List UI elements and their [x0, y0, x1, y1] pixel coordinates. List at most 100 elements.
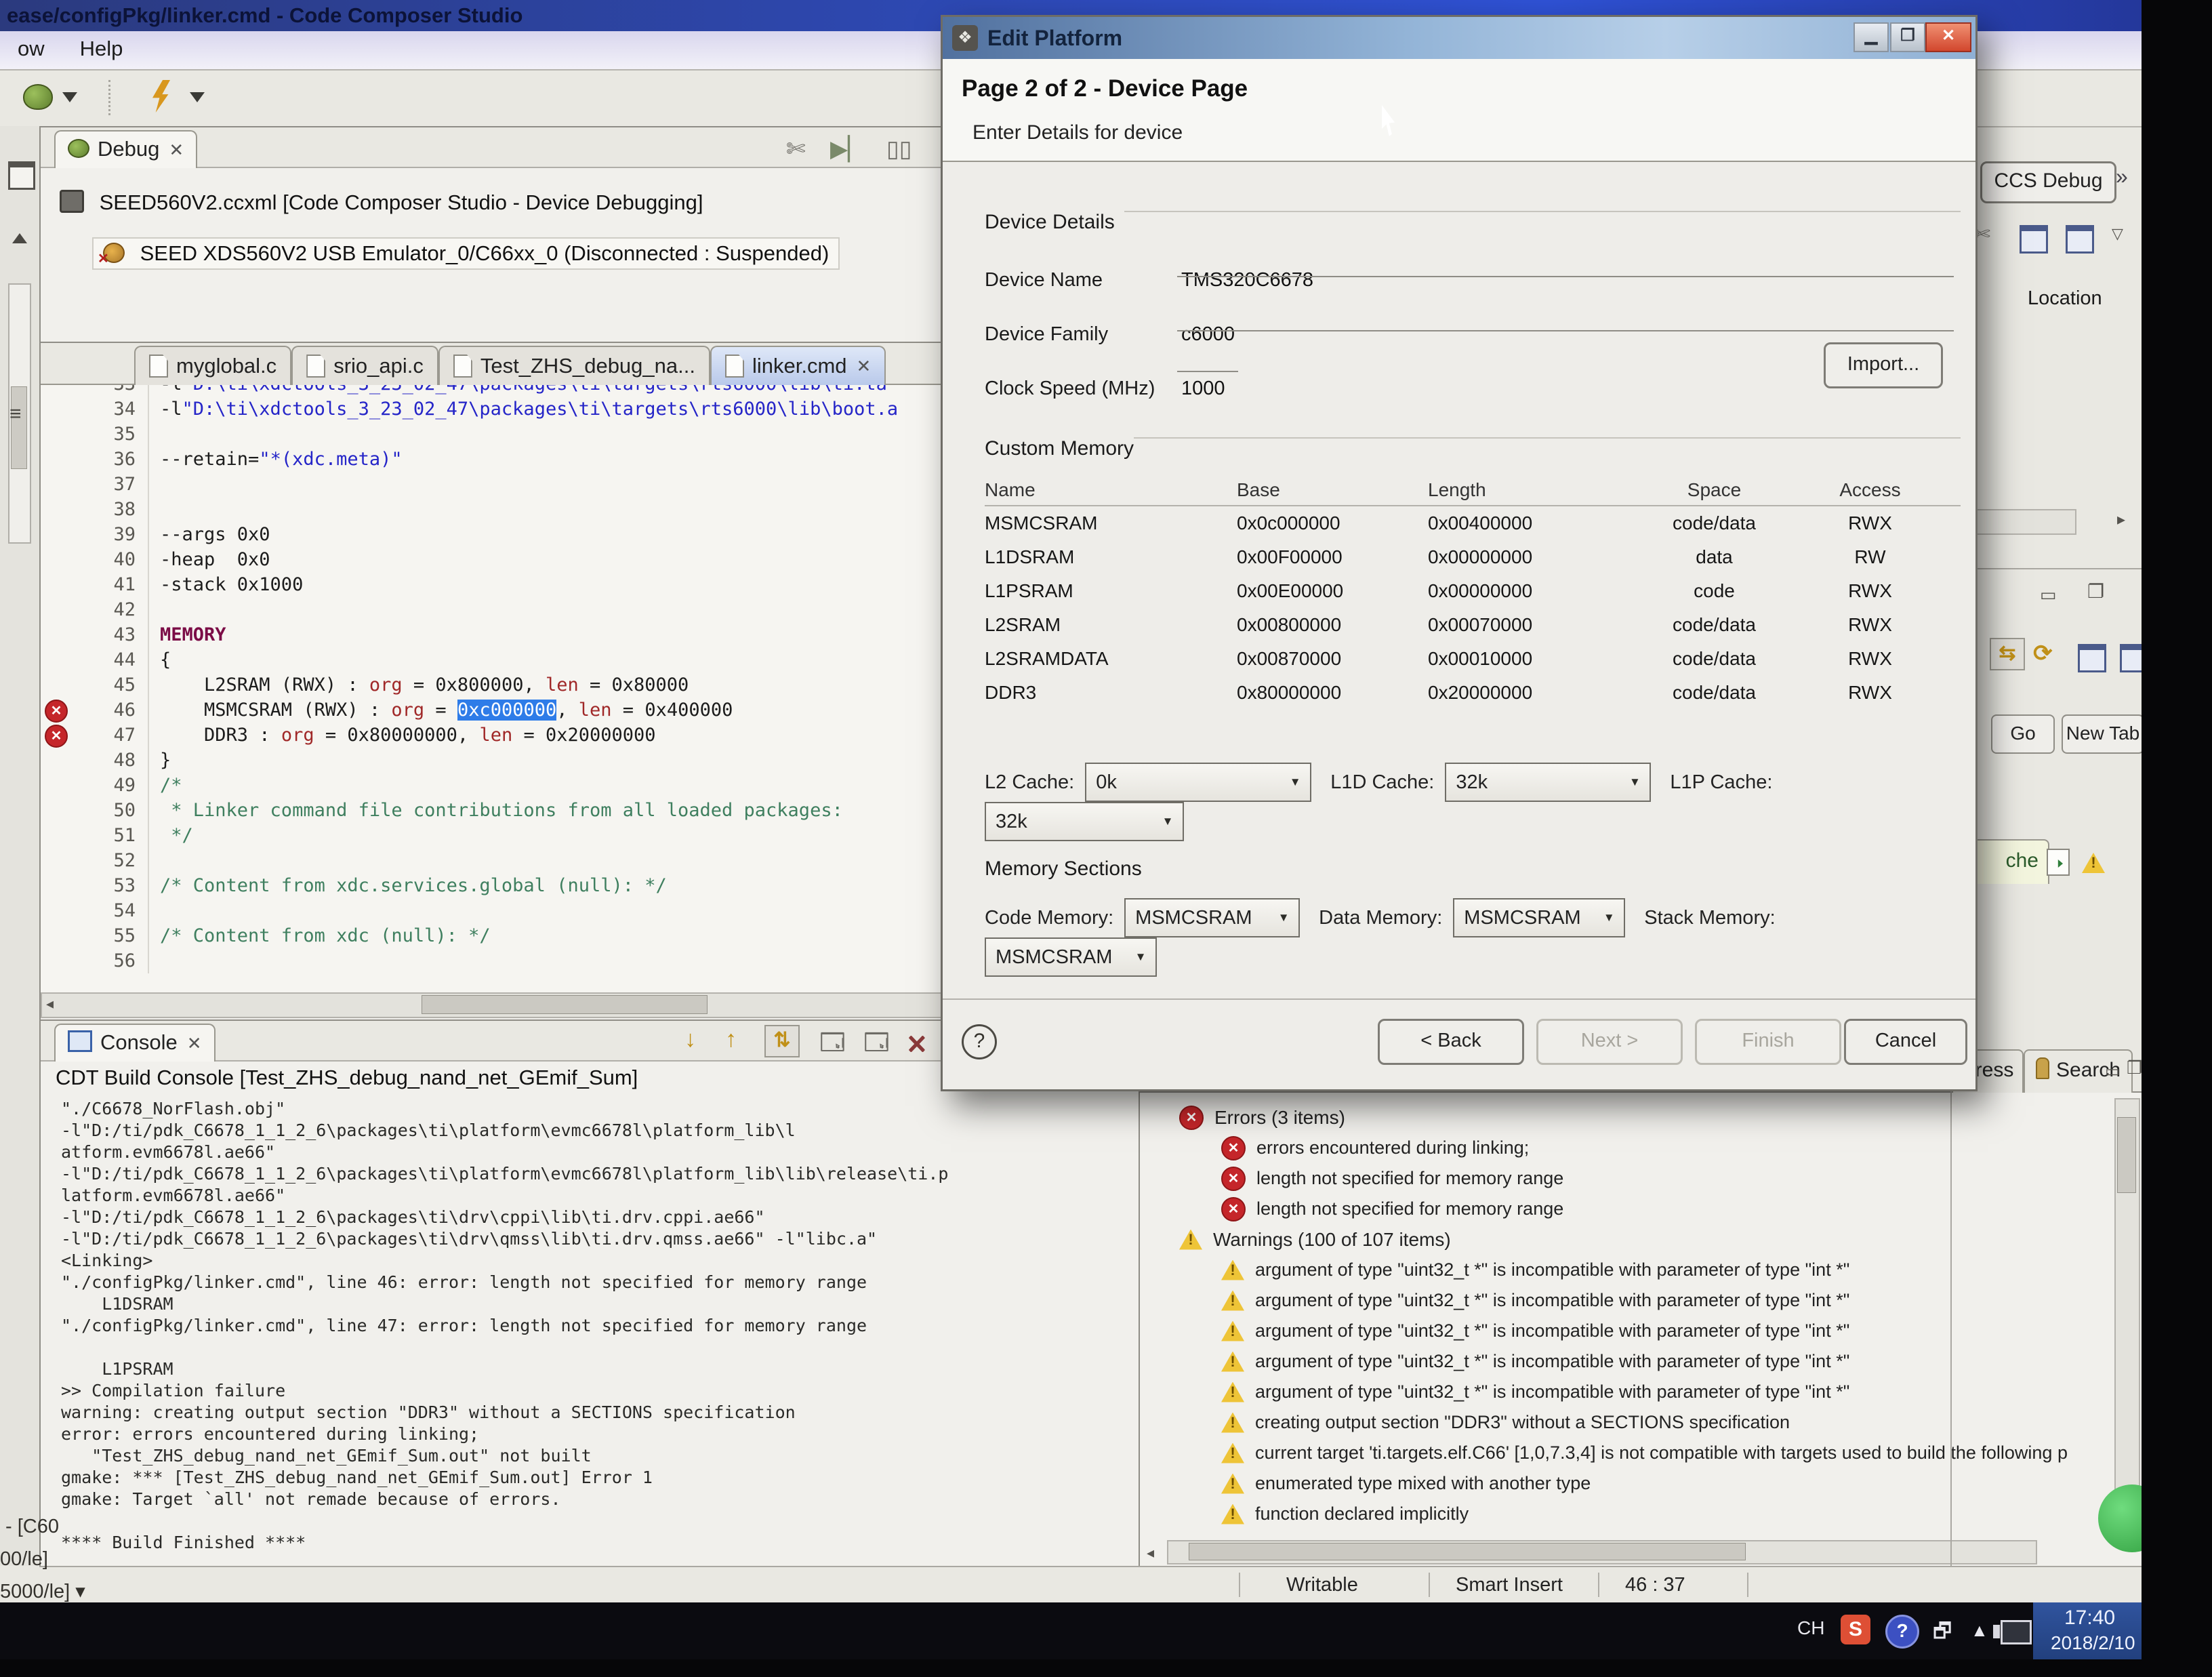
memory-table-row[interactable]: DDR30x800000000x20000000code/dataRWX [985, 676, 1961, 710]
device-name-field[interactable]: TMS320C6678 [1181, 269, 1313, 291]
dialog-titlebar[interactable]: ❖ Edit Platform ▁ ❐ ✕ [943, 17, 1975, 59]
close-icon[interactable]: ✕ [1925, 22, 1971, 52]
menu-item-help[interactable]: Help [62, 31, 141, 61]
editor-tab-label: Test_ZHS_debug_na... [480, 348, 695, 384]
memory-section-select-2[interactable]: MSMCSRAM▼ [1453, 898, 1625, 937]
flash-dropdown-icon[interactable] [190, 92, 205, 102]
new-view-icon[interactable] [2020, 225, 2048, 254]
memory-table-row[interactable]: L1PSRAM0x00E000000x00000000codeRWX [985, 574, 1961, 608]
network-icon[interactable] [2001, 1620, 2032, 1677]
new-tab-button[interactable]: New Tab [2062, 714, 2142, 754]
warning-icon [1221, 1321, 1244, 1341]
pin-window-icon[interactable] [2120, 644, 2142, 672]
memory-section-select-3[interactable]: MSMCSRAM▼ [985, 937, 1157, 977]
minimize-view-icon[interactable]: ▭ [2105, 1062, 2121, 1081]
cache-select-1[interactable]: 0k▼ [1085, 763, 1311, 802]
cancel-button[interactable]: Cancel [1844, 1019, 1967, 1065]
memory-table-row[interactable]: L1DSRAM0x00F000000x00000000dataRW [985, 540, 1961, 574]
import-button[interactable]: Import... [1824, 342, 1943, 388]
code-gutter [41, 497, 70, 522]
error-icon: ✕ [1221, 1197, 1246, 1221]
go-button[interactable]: Go [1991, 714, 2055, 754]
edit-view-icon[interactable] [2066, 225, 2094, 254]
sync-icon[interactable]: ⟳ [2033, 640, 2053, 667]
clock-speed-field[interactable]: 1000 [1181, 378, 1225, 400]
maximize-icon[interactable]: ❐ [1890, 22, 1925, 52]
tab-console[interactable]: Console✕ [54, 1024, 216, 1062]
device-family-field[interactable]: c6000 [1181, 323, 1235, 346]
scroll-up-icon[interactable] [12, 233, 27, 243]
layers-tray-icon[interactable]: 🗗 [1933, 1616, 1952, 1673]
disconnect-icon[interactable]: ✄ [786, 136, 806, 163]
console-line: L1PSRAM [41, 1358, 1137, 1380]
perspective-ccs-debug-button[interactable]: CCS Debug [1980, 161, 2116, 203]
target-config-icon [60, 190, 84, 213]
show-hidden-icons[interactable]: ▲ [1971, 1620, 1988, 1677]
memory-section-select-1[interactable]: MSMCSRAM▼ [1124, 898, 1300, 937]
more-perspectives-icon[interactable]: » [2116, 164, 2128, 189]
help-tray-icon[interactable]: ? [1885, 1615, 1919, 1672]
code-gutter: ✕ [41, 723, 70, 748]
export-doc-icon[interactable] [2047, 849, 2070, 876]
debug-dropdown-icon[interactable] [62, 92, 77, 102]
new-window-icon[interactable] [2078, 644, 2106, 672]
editor-tab-srio_api.c[interactable]: srio_api.c [291, 346, 438, 385]
console-line: L1DSRAM [41, 1293, 1137, 1315]
outline-icon[interactable]: ≡ [9, 403, 22, 426]
console-line: -l"D:/ti/pdk_C6678_1_1_2_6\packages\ti\d… [41, 1207, 1137, 1228]
pause-icon[interactable]: ▯▯ [886, 136, 912, 163]
minimize-view-icon[interactable]: ▭ [2040, 584, 2057, 605]
file-icon [453, 355, 472, 378]
help-button[interactable]: ? [962, 1024, 997, 1059]
next-button[interactable]: Next > [1536, 1019, 1683, 1065]
close-icon[interactable]: ✕ [169, 140, 184, 160]
clear-console-icon[interactable]: 🗙 [908, 1026, 926, 1065]
chevron-down-icon: ▼ [1594, 911, 1624, 925]
close-icon[interactable]: ✕ [187, 1033, 202, 1053]
scroll-lock-icon[interactable]: ⇅ [764, 1025, 800, 1057]
debug-tree-item-target[interactable]: SEED560V2.ccxml [Code Composer Studio - … [60, 190, 703, 215]
memory-table-row[interactable]: L2SRAMDATA0x008700000x00010000code/dataR… [985, 642, 1961, 676]
maximize-view-icon[interactable]: ❐ [2087, 580, 2104, 603]
scroll-right-icon[interactable]: ▸ [2117, 510, 2125, 529]
sogou-tray-icon[interactable]: S [1841, 1615, 1870, 1672]
editor-tab-Test_ZHS_debug_na...[interactable]: Test_ZHS_debug_na... [438, 346, 710, 385]
code-text: -heap 0x0 [149, 547, 270, 572]
debug-launch-icon[interactable] [23, 84, 53, 110]
tab-debug[interactable]: Debug✕ [54, 130, 197, 168]
close-icon[interactable]: ✕ [857, 348, 872, 384]
memory-table-row[interactable]: L2SRAM0x008000000x00070000code/dataRWX [985, 608, 1961, 642]
device-name-label: Device Name [985, 269, 1103, 291]
back-button[interactable]: < Back [1378, 1019, 1524, 1065]
warning-icon [1221, 1474, 1244, 1494]
editor-tab-myglobal.c[interactable]: myglobal.c [134, 346, 291, 385]
scroll-up-icon[interactable]: ↑ [725, 1026, 737, 1053]
view-menu-icon[interactable]: ▽ [2112, 225, 2123, 243]
minimize-icon[interactable]: ▁ [1853, 22, 1889, 52]
console-line [41, 1337, 1137, 1358]
finish-button[interactable]: Finish [1695, 1019, 1841, 1065]
resume-icon[interactable]: ▶▏ [830, 136, 865, 163]
editor-tab-linker.cmd[interactable]: linker.cmd✕ [710, 346, 886, 385]
lock-console-icon[interactable]: 🗔 [864, 1026, 889, 1065]
code-gutter [41, 948, 70, 973]
restore-view-icon[interactable] [8, 161, 35, 190]
scroll-down-icon[interactable]: ↓ [684, 1026, 696, 1053]
warning-icon [1221, 1413, 1244, 1433]
refresh-icon[interactable]: ⇆ [1990, 638, 2025, 670]
console-output[interactable]: "./C6678_NorFlash.obj"-l"D:/ti/pdk_C6678… [41, 1098, 1137, 1564]
menu-item-ow[interactable]: ow [0, 31, 62, 61]
problems-hscrollbar[interactable] [1167, 1540, 2037, 1564]
language-indicator[interactable]: CH [1797, 1617, 1824, 1674]
cache-select-2[interactable]: 32k▼ [1445, 763, 1651, 802]
maximize-view-icon[interactable]: ❐ [2127, 1057, 2142, 1078]
pin-console-icon[interactable]: 🗔 [820, 1026, 845, 1065]
debug-tree-item-core[interactable]: SEED XDS560V2 USB Emulator_0/C66xx_0 (Di… [92, 237, 840, 270]
flash-icon[interactable] [152, 80, 170, 113]
memory-table-row[interactable]: MSMCSRAM0x0c0000000x00400000code/dataRWX [985, 506, 1961, 540]
line-number: 54 [70, 898, 149, 923]
editor-tab-label: myglobal.c [176, 348, 276, 384]
cache-select-3[interactable]: 32k▼ [985, 802, 1184, 841]
left-view-rail: ≡ [0, 126, 41, 1566]
scroll-left-icon[interactable]: ◂ [1147, 1544, 1154, 1562]
